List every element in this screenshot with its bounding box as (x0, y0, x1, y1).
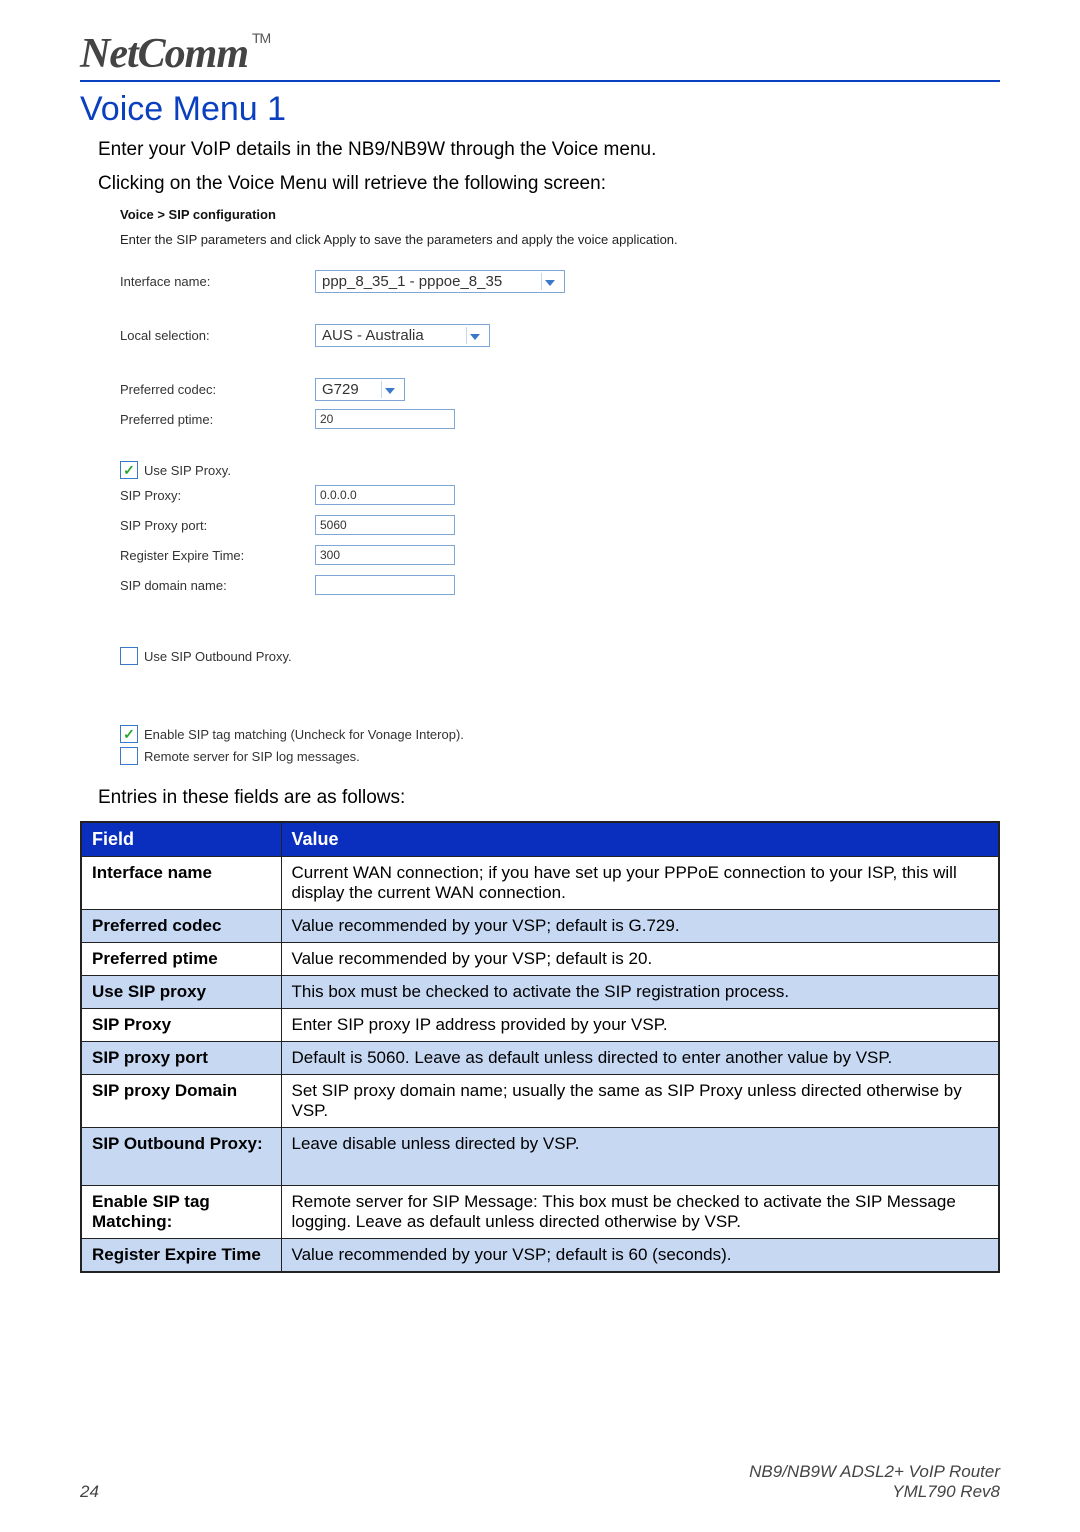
label-ptime: Preferred ptime: (120, 412, 315, 427)
input-ptime[interactable]: 20 (315, 409, 455, 429)
checkbox-use-sip-proxy[interactable] (120, 461, 138, 479)
select-codec-value: G729 (322, 381, 375, 398)
entries-caption: Entries in these fields are as follows: (98, 787, 1000, 809)
cell-value: Default is 5060. Leave as default unless… (281, 1042, 999, 1075)
table-row: SIP proxy DomainSet SIP proxy domain nam… (81, 1075, 999, 1128)
chevron-down-icon (381, 381, 398, 398)
cell-value: Set SIP proxy domain name; usually the s… (281, 1075, 999, 1128)
brand-logo: NetCommTM (80, 30, 270, 78)
chevron-down-icon (466, 327, 483, 344)
table-row: Use SIP proxyThis box must be checked to… (81, 976, 999, 1009)
row-sip-proxy: SIP Proxy: 0.0.0.0 (120, 483, 940, 507)
header-rule: NetCommTM (80, 30, 1000, 82)
footer-product: NB9/NB9W ADSL2+ VoIP Router (749, 1462, 1000, 1482)
row-sip-port: SIP Proxy port: 5060 (120, 513, 940, 537)
trademark: TM (252, 30, 270, 46)
page-number: 24 (80, 1482, 99, 1502)
table-row: Preferred codecValue recommended by your… (81, 910, 999, 943)
row-ptime: Preferred ptime: 20 (120, 407, 940, 431)
cell-value: Current WAN connection; if you have set … (281, 857, 999, 910)
checkbox-remote-log[interactable] (120, 747, 138, 765)
field-value-table: Field Value Interface nameCurrent WAN co… (80, 821, 1000, 1273)
label-outbound-proxy: Use SIP Outbound Proxy. (144, 649, 292, 664)
cell-value: Leave disable unless directed by VSP. (281, 1128, 999, 1186)
select-codec[interactable]: G729 (315, 378, 405, 401)
row-codec: Preferred codec: G729 (120, 377, 940, 401)
label-remote-log: Remote server for SIP log messages. (144, 749, 360, 764)
cell-field: Use SIP proxy (81, 976, 281, 1009)
col-header-value: Value (281, 822, 999, 857)
label-interface: Interface name: (120, 274, 315, 289)
row-interface: Interface name: ppp_8_35_1 - pppoe_8_35 (120, 269, 940, 293)
label-local: Local selection: (120, 328, 315, 343)
config-screenshot: Voice > SIP configuration Enter the SIP … (120, 207, 940, 765)
cell-field: Enable SIP tag Matching: (81, 1186, 281, 1239)
label-sip-domain: SIP domain name: (120, 578, 315, 593)
label-use-sip-proxy: Use SIP Proxy. (144, 463, 231, 478)
table-row: SIP ProxyEnter SIP proxy IP address prov… (81, 1009, 999, 1042)
cell-value: This box must be checked to activate the… (281, 976, 999, 1009)
row-use-sip-proxy: Use SIP Proxy. (120, 461, 940, 479)
row-tag-matching: Enable SIP tag matching (Uncheck for Von… (120, 725, 940, 743)
select-local-value: AUS - Australia (322, 327, 460, 344)
row-remote-log: Remote server for SIP log messages. (120, 747, 940, 765)
row-reg-expire: Register Expire Time: 300 (120, 543, 940, 567)
input-reg-expire[interactable]: 300 (315, 545, 455, 565)
chevron-down-icon (541, 273, 558, 290)
cell-value: Value recommended by your VSP; default i… (281, 943, 999, 976)
cell-field: Register Expire Time (81, 1239, 281, 1273)
table-row: Interface nameCurrent WAN connection; if… (81, 857, 999, 910)
label-codec: Preferred codec: (120, 382, 315, 397)
label-sip-proxy: SIP Proxy: (120, 488, 315, 503)
footer-doc: YML790 Rev8 (749, 1482, 1000, 1502)
cell-field: Interface name (81, 857, 281, 910)
cell-value: Value recommended by your VSP; default i… (281, 910, 999, 943)
label-reg-expire: Register Expire Time: (120, 548, 315, 563)
cell-field: SIP proxy port (81, 1042, 281, 1075)
row-sip-domain: SIP domain name: (120, 573, 940, 597)
config-instruction: Enter the SIP parameters and click Apply… (120, 232, 940, 247)
input-sip-port[interactable]: 5060 (315, 515, 455, 535)
page-title: Voice Menu 1 (80, 90, 1000, 129)
cell-field: SIP Outbound Proxy: (81, 1128, 281, 1186)
checkbox-tag-matching[interactable] (120, 725, 138, 743)
label-tag-matching: Enable SIP tag matching (Uncheck for Von… (144, 727, 464, 742)
page: NetCommTM Voice Menu 1 Enter your VoIP d… (0, 0, 1080, 1532)
cell-value: Value recommended by your VSP; default i… (281, 1239, 999, 1273)
breadcrumb: Voice > SIP configuration (120, 207, 940, 222)
cell-field: Preferred codec (81, 910, 281, 943)
select-interface[interactable]: ppp_8_35_1 - pppoe_8_35 (315, 270, 565, 293)
table-row: Preferred ptimeValue recommended by your… (81, 943, 999, 976)
brand-text: NetComm (80, 31, 248, 77)
label-sip-port: SIP Proxy port: (120, 518, 315, 533)
cell-value: Enter SIP proxy IP address provided by y… (281, 1009, 999, 1042)
intro-line-1: Enter your VoIP details in the NB9/NB9W … (98, 139, 1000, 161)
footer-right: NB9/NB9W ADSL2+ VoIP Router YML790 Rev8 (749, 1462, 1000, 1502)
row-outbound-proxy: Use SIP Outbound Proxy. (120, 647, 940, 665)
select-interface-value: ppp_8_35_1 - pppoe_8_35 (322, 273, 535, 290)
table-row: SIP proxy portDefault is 5060. Leave as … (81, 1042, 999, 1075)
table-row: SIP Outbound Proxy:Leave disable unless … (81, 1128, 999, 1186)
table-row: Register Expire TimeValue recommended by… (81, 1239, 999, 1273)
cell-field: Preferred ptime (81, 943, 281, 976)
table-row: Enable SIP tag Matching:Remote server fo… (81, 1186, 999, 1239)
input-sip-domain[interactable] (315, 575, 455, 595)
col-header-field: Field (81, 822, 281, 857)
cell-value: Remote server for SIP Message: This box … (281, 1186, 999, 1239)
footer: 24 NB9/NB9W ADSL2+ VoIP Router YML790 Re… (80, 1462, 1000, 1502)
cell-field: SIP Proxy (81, 1009, 281, 1042)
table-header-row: Field Value (81, 822, 999, 857)
input-sip-proxy[interactable]: 0.0.0.0 (315, 485, 455, 505)
cell-field: SIP proxy Domain (81, 1075, 281, 1128)
select-local[interactable]: AUS - Australia (315, 324, 490, 347)
checkbox-outbound-proxy[interactable] (120, 647, 138, 665)
row-local: Local selection: AUS - Australia (120, 323, 940, 347)
intro-line-2: Clicking on the Voice Menu will retrieve… (98, 173, 1000, 195)
